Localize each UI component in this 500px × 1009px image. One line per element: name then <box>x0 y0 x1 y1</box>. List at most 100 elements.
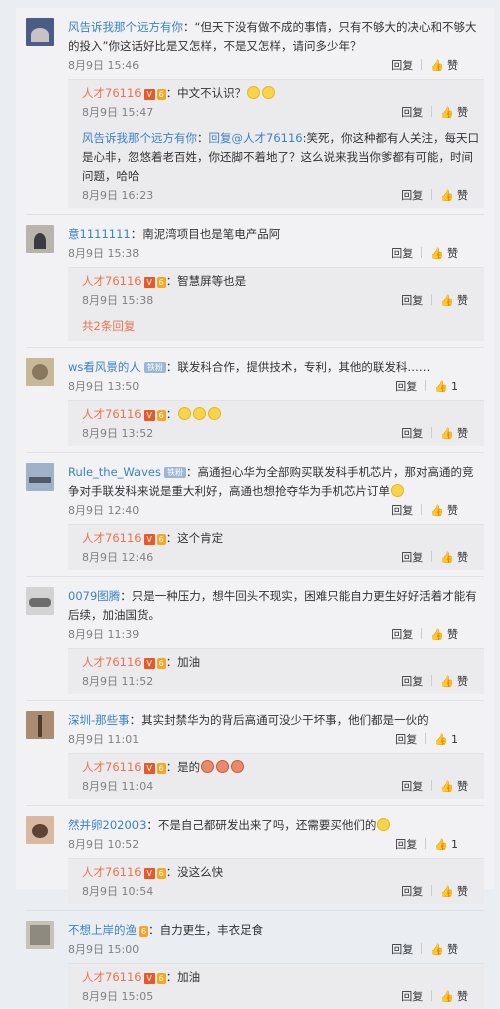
emoji-icon <box>262 86 276 99</box>
reply-button[interactable]: 回复 <box>401 187 423 205</box>
comment-panel: 风告诉我那个远方有你：“但天下没有做不成的事情，只有不够大的决心和不够大的投入”… <box>16 8 494 1009</box>
like-button[interactable]: 👍 1 <box>434 731 458 749</box>
username-link[interactable]: 风告诉我那个远方有你 <box>82 131 197 145</box>
divider <box>425 838 427 849</box>
reply-button[interactable]: 回复 <box>401 673 423 691</box>
reply-button[interactable]: 回复 <box>401 883 423 901</box>
comment-thread: 意1111111：南泥湾项目也是笔电产品阿 8月9日 15:38 回复 👍 赞 人才7… <box>16 215 494 348</box>
username-link[interactable]: ws看风景的人 <box>68 360 141 374</box>
reply-list: 人才76116 V 6 ：加油 8月9日 15:05 回复 👍 赞 <box>68 963 484 1009</box>
divider <box>431 106 433 117</box>
avatar[interactable] <box>26 358 54 386</box>
like-button[interactable]: 👍 赞 <box>440 104 468 122</box>
comment-time: 8月9日 12:40 <box>68 504 140 517</box>
avatar[interactable] <box>26 921 54 949</box>
reply-button[interactable]: 回复 <box>395 731 417 749</box>
username-link[interactable]: 深圳-那些事 <box>68 713 130 727</box>
avatar[interactable] <box>26 18 54 46</box>
divider <box>421 247 423 258</box>
reply-time: 8月9日 12:46 <box>82 551 154 564</box>
comment: 深圳-那些事：其实封禁华为的背后高通可没少干坏事，他们都是一伙的 8月9日 11… <box>16 701 494 749</box>
like-button[interactable]: 👍 赞 <box>440 673 468 691</box>
username-link[interactable]: 人才76116 <box>82 655 142 669</box>
thumbs-up-icon: 👍 <box>440 189 454 202</box>
mention-link[interactable]: 回复@人才76116 <box>209 131 303 145</box>
reply-button[interactable]: 回复 <box>391 57 413 75</box>
like-count: 1 <box>451 380 458 393</box>
reply-button[interactable]: 回复 <box>391 245 413 263</box>
username-link[interactable]: 人才76116 <box>82 274 142 288</box>
like-count: 赞 <box>447 247 458 260</box>
like-button[interactable]: 👍 赞 <box>440 549 468 567</box>
username-link[interactable]: 人才76116 <box>82 970 142 984</box>
divider <box>431 294 433 305</box>
emoji-icon <box>247 86 261 99</box>
reply-button[interactable]: 回复 <box>391 626 413 644</box>
reply-button[interactable]: 回复 <box>391 502 413 520</box>
reply-button[interactable]: 回复 <box>401 988 423 1006</box>
comment: 然并卵202003：不是自己都研发出来了吗，还需要买他们的 8月9日 10:52… <box>16 806 494 854</box>
verified-badge-icon: V <box>143 868 155 879</box>
thumbs-up-icon: 👍 <box>430 943 444 956</box>
thumbs-up-icon: 👍 <box>440 780 454 793</box>
divider <box>431 551 433 562</box>
like-button[interactable]: 👍 赞 <box>440 883 468 901</box>
reply-item: 人才76116 V 6 ：中文不认识？ 8月9日 15:47 回复 👍 赞 <box>68 80 484 125</box>
reply-button[interactable]: 回复 <box>395 836 417 854</box>
username-link[interactable]: 意1111111 <box>68 227 131 241</box>
username-link[interactable]: 人才76116 <box>82 865 142 879</box>
reply-button[interactable]: 回复 <box>401 104 423 122</box>
like-button[interactable]: 👍 赞 <box>430 941 458 959</box>
like-button[interactable]: 👍 1 <box>434 378 458 396</box>
like-button[interactable]: 👍 赞 <box>440 988 468 1006</box>
reply-item: 人才76116 V 6 ：智慧屏等也是 8月9日 15:38 回复 👍 赞 <box>68 268 484 313</box>
avatar[interactable] <box>26 816 54 844</box>
reply-body: ：加油 <box>165 970 201 984</box>
username-link[interactable]: 0079图腾 <box>68 589 120 603</box>
divider <box>421 59 423 70</box>
reply-button[interactable]: 回复 <box>395 378 417 396</box>
comment-body: ：南泥湾项目也是笔电产品阿 <box>130 227 281 241</box>
more-replies-link[interactable]: 共2条回复 <box>68 313 484 341</box>
comment-thread: ws看风景的人 铁粉 ：联发科合作，提供技术，专利，其他的联发科…… 8月9日 13… <box>16 348 494 453</box>
username-link[interactable]: 风告诉我那个远方有你 <box>68 20 183 34</box>
reply-button[interactable]: 回复 <box>401 292 423 310</box>
like-button[interactable]: 👍 赞 <box>440 425 468 443</box>
like-button[interactable]: 👍 赞 <box>430 245 458 263</box>
like-button[interactable]: 👍 1 <box>434 836 458 854</box>
like-button[interactable]: 👍 赞 <box>440 187 468 205</box>
avatar[interactable] <box>26 225 54 253</box>
reply-time: 8月9日 15:47 <box>82 106 154 119</box>
like-count: 赞 <box>457 990 468 1003</box>
username-link[interactable]: Rule_the_Waves <box>68 465 161 479</box>
reply-button[interactable]: 回复 <box>391 941 413 959</box>
reply-button[interactable]: 回复 <box>401 778 423 796</box>
avatar[interactable] <box>26 463 54 491</box>
reply-time: 8月9日 13:52 <box>82 427 154 440</box>
like-button[interactable]: 👍 赞 <box>430 502 458 520</box>
username-link[interactable]: 人才76116 <box>82 760 142 774</box>
like-count: 赞 <box>457 294 468 307</box>
reply-button[interactable]: 回复 <box>401 425 423 443</box>
like-button[interactable]: 👍 赞 <box>430 626 458 644</box>
username-link[interactable]: 人才76116 <box>82 407 142 421</box>
username-link[interactable]: 人才76116 <box>82 531 142 545</box>
reply-button[interactable]: 回复 <box>401 549 423 567</box>
like-count: 赞 <box>457 675 468 688</box>
like-button[interactable]: 👍 赞 <box>440 778 468 796</box>
thumbs-up-icon: 👍 <box>430 504 444 517</box>
reply-item: 人才76116 V 6： 8月9日 13:52 回复 👍 赞 <box>68 401 484 446</box>
reply-list: 人才76116 V 6 ：智慧屏等也是 8月9日 15:38 回复 👍 赞 共2条回复 <box>68 267 484 341</box>
like-button[interactable]: 👍 赞 <box>430 57 458 75</box>
verified-badge-icon: V <box>143 277 155 288</box>
like-count: 赞 <box>457 106 468 119</box>
username-link[interactable]: 人才76116 <box>82 86 142 100</box>
like-count: 赞 <box>447 504 458 517</box>
avatar[interactable] <box>26 711 54 739</box>
username-link[interactable]: 不想上岸的渔 <box>68 923 137 937</box>
emoji-icon <box>208 407 222 420</box>
avatar[interactable] <box>26 587 54 615</box>
comment: 意1111111：南泥湾项目也是笔电产品阿 8月9日 15:38 回复 👍 赞 <box>16 215 494 263</box>
like-button[interactable]: 👍 赞 <box>440 292 468 310</box>
username-link[interactable]: 然并卵202003 <box>68 818 146 832</box>
